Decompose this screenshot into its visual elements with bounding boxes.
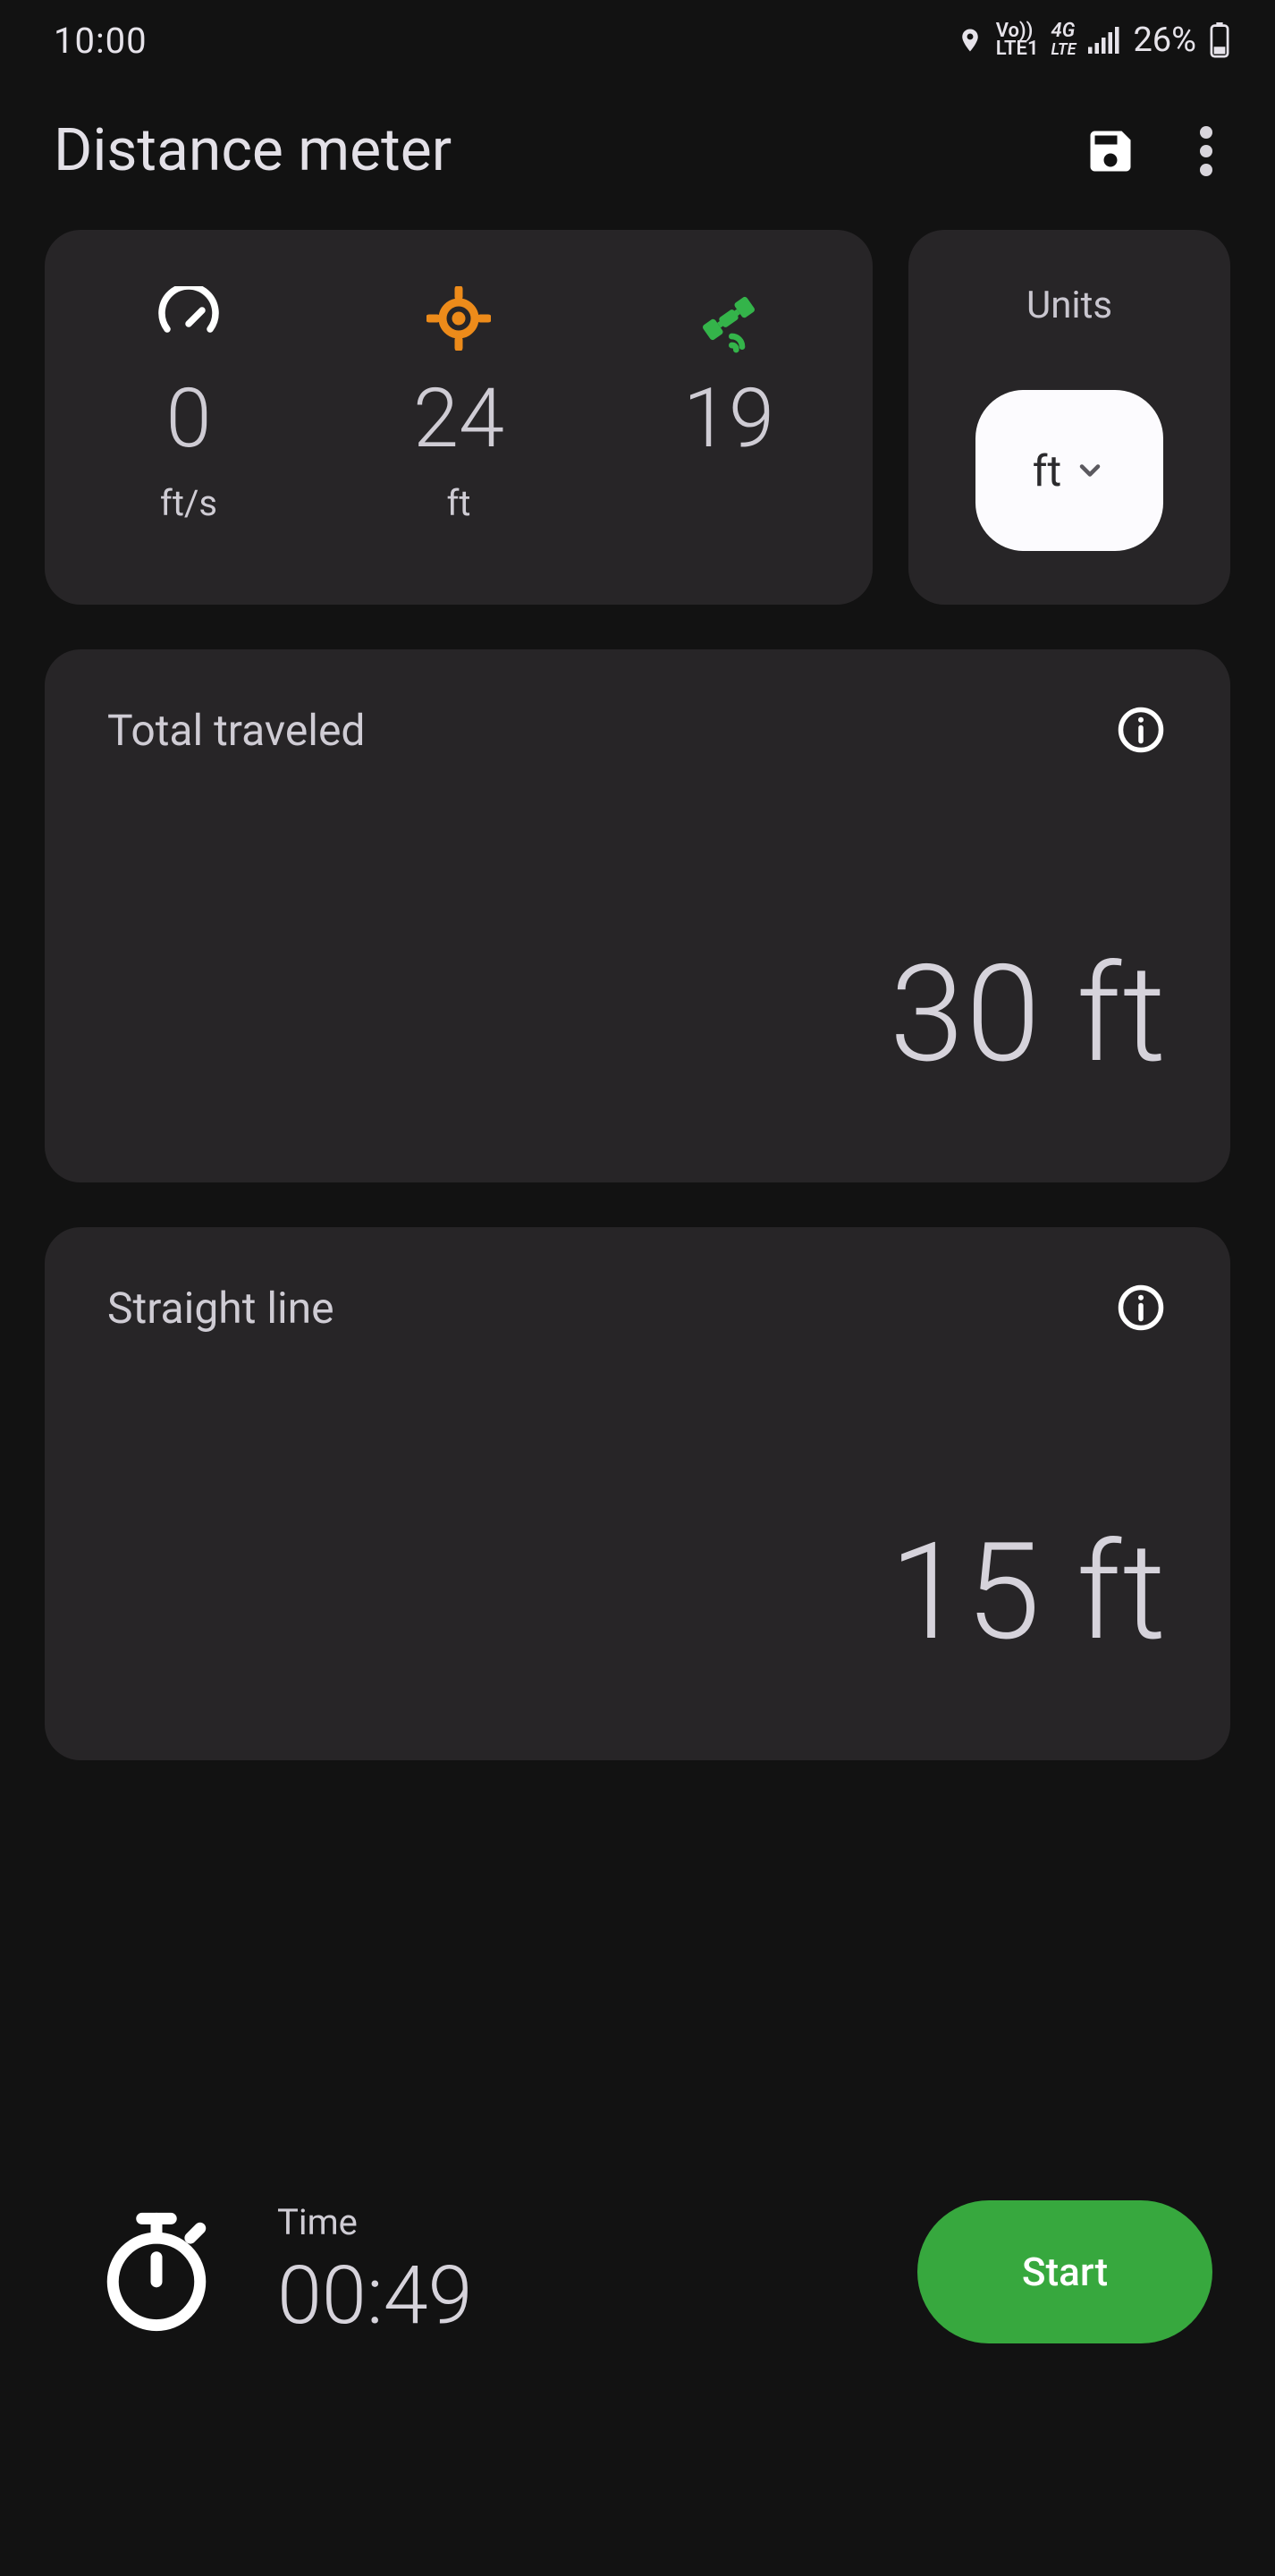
location-icon — [957, 23, 984, 57]
straight-line-title: Straight line — [107, 1283, 334, 1334]
screen: 10:00 Vo))LTE1 4GLTE 26% — [0, 0, 1275, 2576]
stats-card: 0 ft/s 24 ft — [45, 230, 873, 605]
satellite-stat: 19 — [595, 284, 863, 524]
time-label: Time — [277, 2201, 473, 2243]
stopwatch-icon — [98, 2205, 215, 2339]
network-volte-label: Vo))LTE1 — [996, 22, 1039, 58]
more-icon[interactable] — [1200, 125, 1212, 177]
units-label: Units — [1026, 284, 1112, 327]
total-traveled-title: Total traveled — [107, 705, 365, 756]
units-card: Units ft — [908, 230, 1230, 605]
start-button[interactable]: Start — [917, 2200, 1212, 2343]
accuracy-value: 24 — [413, 378, 504, 461]
battery-percent: 26% — [1133, 21, 1196, 60]
target-icon — [426, 284, 491, 353]
page-title: Distance meter — [54, 116, 1084, 185]
accuracy-stat: 24 ft — [325, 284, 593, 524]
satellite-value: 19 — [683, 378, 774, 461]
network-4g-label: 4GLTE — [1051, 22, 1077, 59]
status-right: Vo))LTE1 4GLTE 26% — [957, 21, 1230, 60]
units-selector[interactable]: ft — [975, 390, 1163, 551]
info-icon[interactable] — [1114, 1281, 1168, 1335]
status-bar: 10:00 Vo))LTE1 4GLTE 26% — [0, 0, 1275, 80]
total-traveled-value: 30 ft — [890, 936, 1168, 1093]
save-icon[interactable] — [1084, 124, 1137, 178]
accuracy-unit: ft — [447, 482, 471, 524]
units-selected: ft — [1033, 445, 1061, 496]
speed-stat: 0 ft/s — [55, 284, 323, 524]
status-time: 10:00 — [54, 20, 148, 62]
info-icon[interactable] — [1114, 703, 1168, 757]
time-value: 00:49 — [277, 2249, 473, 2343]
bottom-bar: Time 00:49 Start — [0, 2165, 1275, 2576]
satellite-icon — [693, 284, 764, 353]
total-traveled-card: Total traveled 30 ft — [45, 649, 1230, 1182]
timer-block: Time 00:49 — [98, 2201, 473, 2343]
start-button-label: Start — [1022, 2249, 1108, 2295]
chevron-down-icon — [1074, 454, 1106, 487]
straight-line-card: Straight line 15 ft — [45, 1227, 1230, 1760]
speed-value: 0 — [165, 378, 211, 461]
signal-icon — [1088, 27, 1120, 54]
speedometer-icon — [156, 284, 221, 353]
speed-unit: ft/s — [160, 482, 217, 524]
straight-line-value: 15 ft — [890, 1513, 1168, 1671]
app-bar: Distance meter — [0, 80, 1275, 230]
battery-icon — [1209, 22, 1230, 58]
